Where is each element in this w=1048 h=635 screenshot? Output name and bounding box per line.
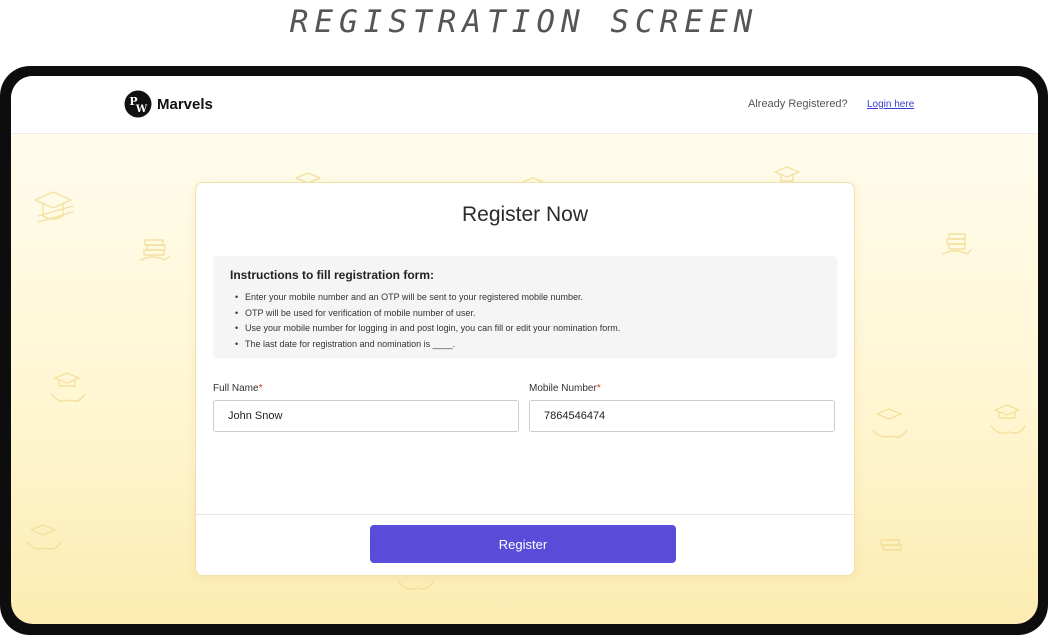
mobile-number-input[interactable] (529, 400, 835, 432)
hand-cap-icon (398, 581, 434, 590)
full-name-input[interactable] (213, 400, 519, 432)
hand-cap-icon (872, 408, 908, 438)
register-button[interactable]: Register (370, 525, 676, 563)
books-icon (140, 239, 170, 261)
footer-divider (196, 514, 854, 515)
app-screen: P W Marvels Already Registered? Login he… (11, 76, 1038, 624)
instruction-item: The last date for registration and nomin… (235, 337, 620, 353)
instruction-item: Enter your mobile number and an OTP will… (235, 290, 620, 306)
required-mark: * (596, 383, 601, 394)
login-link[interactable]: Login here (867, 99, 914, 110)
registration-card: Register Now Instructions to fill regist… (195, 182, 855, 576)
graduation-cap-icon (34, 191, 74, 223)
instructions-list: Enter your mobile number and an OTP will… (235, 290, 620, 352)
top-navbar: P W Marvels Already Registered? Login he… (11, 76, 1038, 134)
instruction-item: OTP will be used for verification of mob… (235, 306, 620, 322)
page-caption: REGISTRATION SCREEN (289, 4, 759, 40)
books-icon (880, 539, 902, 551)
form-title: Register Now (461, 203, 589, 226)
full-name-label-text: Full Name (213, 383, 259, 394)
instructions-title: Instructions to fill registration form: (230, 268, 435, 282)
pw-logo-icon: P W (124, 90, 152, 118)
graduation-cap-icon (774, 166, 800, 182)
instruction-item: Use your mobile number for logging in an… (235, 321, 620, 337)
required-mark: * (258, 383, 263, 394)
full-name-label: Full Name* (213, 383, 262, 394)
hand-cap-icon (26, 524, 62, 550)
mobile-number-label-text: Mobile Number (529, 383, 597, 394)
mobile-number-label: Mobile Number* (529, 383, 601, 394)
hand-cap-icon (990, 404, 1026, 434)
hand-cap-icon (50, 372, 86, 402)
already-registered-text: Already Registered? (748, 98, 848, 110)
brand-logo[interactable]: P W Marvels (124, 90, 213, 118)
books-icon (942, 233, 972, 255)
device-frame: P W Marvels Already Registered? Login he… (0, 66, 1048, 635)
instructions-box: Instructions to fill registration form: … (213, 256, 837, 358)
brand-name: Marvels (157, 95, 213, 113)
svg-text:W: W (135, 104, 148, 115)
